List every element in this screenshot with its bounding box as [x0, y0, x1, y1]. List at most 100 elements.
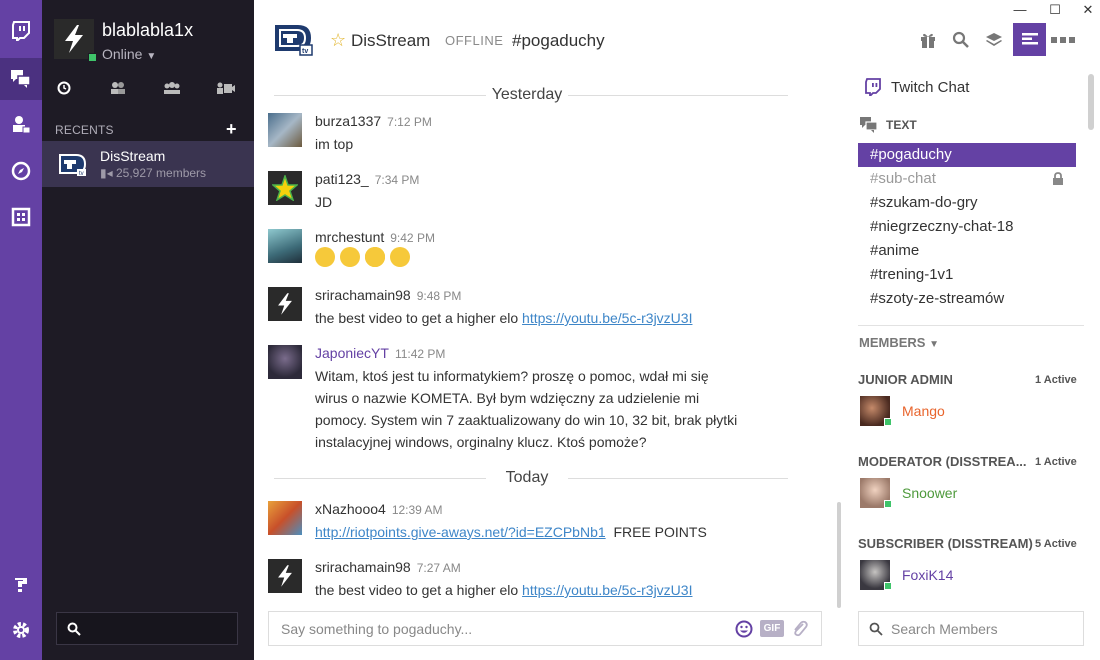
- message-input-placeholder: Say something to pogaduchy...: [281, 621, 473, 637]
- message-author[interactable]: xNazhooo4 12:39 AM: [315, 501, 443, 517]
- message-time: 7:27 AM: [416, 561, 461, 575]
- recents-tab-icon[interactable]: [44, 76, 84, 100]
- message-input[interactable]: Say something to pogaduchy... GIF: [268, 611, 822, 646]
- message-text: Witam, ktoś jest tu informatykiem? prosz…: [315, 368, 738, 450]
- gift-icon[interactable]: [914, 26, 942, 54]
- chevron-down-icon: ▼: [929, 339, 939, 350]
- recent-server-item[interactable]: tv DisStream ▮◂ 25,927 members: [42, 141, 254, 187]
- message-author[interactable]: mrchestunt 9:42 PM: [315, 229, 435, 245]
- search-icon: [67, 622, 81, 636]
- avatar[interactable]: [268, 345, 302, 379]
- members-header[interactable]: MEMBERS ▼: [859, 335, 939, 350]
- joy-emoji-icon: [315, 247, 335, 268]
- svg-text:tv: tv: [302, 48, 308, 55]
- side-search-input[interactable]: [56, 612, 238, 645]
- avatar[interactable]: [268, 287, 302, 321]
- date-label: Today: [505, 469, 549, 486]
- role-title: SUBSCRIBER (DISSTREAM): [858, 536, 1033, 551]
- member-list-toggle-icon[interactable]: [1013, 23, 1046, 56]
- groups-tab-icon[interactable]: [152, 76, 192, 100]
- avatar[interactable]: [268, 171, 302, 205]
- role-count: 5 Active: [1035, 538, 1077, 550]
- lock-icon: [1053, 172, 1063, 185]
- message-text: the best video to get a higher elo https…: [315, 310, 693, 326]
- kiss-emoji-icon: [390, 247, 410, 268]
- side-panel: blablabla1x Online ▼ RECENTS + tv DisStr…: [42, 0, 254, 660]
- friends-tab-icon[interactable]: [98, 76, 138, 100]
- message-link[interactable]: http://riotpoints.give-aways.net/?id=EZC…: [315, 524, 606, 540]
- message-author[interactable]: srirachamain98 9:48 PM: [315, 287, 461, 303]
- chat-scrollbar[interactable]: [837, 502, 841, 608]
- gif-button[interactable]: GIF: [760, 620, 784, 637]
- add-recent-button[interactable]: +: [226, 120, 237, 138]
- channel-item-niegrzeczny-chat-18[interactable]: #niegrzeczny-chat-18: [858, 215, 1076, 239]
- online-status-dot: [884, 582, 892, 590]
- channel-item-pogaduchy[interactable]: #pogaduchy: [858, 143, 1076, 167]
- attachment-icon[interactable]: [791, 620, 809, 638]
- games-icon[interactable]: [0, 196, 42, 238]
- channel-item-anime[interactable]: #anime: [858, 239, 1076, 263]
- channel-sidebar: Twitch Chat TEXT #pogaduchy #sub-chat #s…: [844, 66, 1100, 660]
- role-title: MODERATOR (DISSTREA...: [858, 454, 1027, 469]
- inbox-icon[interactable]: [0, 104, 42, 146]
- help-icon[interactable]: [0, 564, 42, 606]
- settings-icon[interactable]: [0, 609, 42, 651]
- message-time: 9:48 PM: [416, 289, 462, 303]
- channel-item-szoty-ze-streamow[interactable]: #szoty-ze-streamów: [858, 287, 1076, 311]
- message-author[interactable]: burza1337 7:12 PM: [315, 113, 432, 129]
- member-name: Snoower: [902, 485, 958, 501]
- twitch-chat-link[interactable]: Twitch Chat: [891, 79, 969, 96]
- status-label: Online: [102, 46, 143, 62]
- channel-item-szukam-do-gry[interactable]: #szukam-do-gry: [858, 191, 1076, 215]
- app-rail: [0, 0, 42, 660]
- more-icon[interactable]: [1049, 26, 1077, 54]
- date-divider: Today: [254, 469, 814, 489]
- stream-status: OFFLINE: [445, 33, 504, 48]
- text-channels-header: TEXT: [886, 118, 917, 132]
- message-author[interactable]: JaponiecYT 11:42 PM: [315, 345, 445, 361]
- channel-item-sub-chat[interactable]: #sub-chat: [858, 167, 1076, 191]
- message-author[interactable]: pati123_ 7:34 PM: [315, 171, 419, 187]
- maximize-icon[interactable]: ☐: [1045, 2, 1065, 18]
- minimize-icon[interactable]: —: [1010, 2, 1030, 17]
- server-logo-icon[interactable]: tv: [274, 21, 314, 57]
- sidebar-scrollbar[interactable]: [1088, 74, 1094, 130]
- message-time: 7:34 PM: [374, 173, 420, 187]
- online-status-dot: [88, 53, 97, 62]
- twitch-icon[interactable]: [0, 10, 42, 52]
- role-title: JUNIOR ADMIN: [858, 372, 953, 387]
- avatar[interactable]: [268, 113, 302, 147]
- favorite-star-icon[interactable]: ☆: [330, 30, 346, 51]
- heart-eyes-emoji-icon: [365, 247, 385, 268]
- emoji-icon[interactable]: [735, 620, 753, 638]
- member-item[interactable]: Mango: [860, 396, 1060, 428]
- chat-icon[interactable]: [0, 58, 42, 100]
- channel-item-trening-1v1[interactable]: #trening-1v1: [858, 263, 1076, 287]
- avatar[interactable]: [268, 559, 302, 593]
- search-members-placeholder: Search Members: [891, 621, 998, 637]
- members-video-icon: ▮◂: [100, 166, 113, 180]
- status-dropdown[interactable]: Online ▼: [102, 46, 156, 62]
- avatar[interactable]: [268, 229, 302, 263]
- servers-tab-icon[interactable]: [206, 76, 246, 100]
- member-item[interactable]: Snoower: [860, 478, 1060, 510]
- message-link[interactable]: https://youtu.be/5c-r3jvzU3I: [522, 310, 692, 326]
- layers-icon[interactable]: [980, 26, 1008, 54]
- compass-icon[interactable]: [0, 150, 42, 192]
- message-link[interactable]: https://youtu.be/5c-r3jvzU3I: [522, 582, 692, 598]
- close-icon[interactable]: ✕: [1078, 2, 1098, 18]
- role-count: 1 Active: [1035, 374, 1077, 386]
- svg-text:tv: tv: [79, 171, 84, 177]
- date-divider: Yesterday: [254, 86, 814, 106]
- member-item[interactable]: FoxiK14: [860, 560, 1060, 592]
- message-author[interactable]: srirachamain98 7:27 AM: [315, 559, 461, 575]
- message-text: the best video to get a higher elo https…: [315, 582, 693, 598]
- message-time: 7:12 PM: [387, 115, 432, 129]
- date-label: Yesterday: [491, 86, 563, 103]
- avatar[interactable]: [268, 501, 302, 535]
- members-count: 25,927 members: [115, 166, 207, 180]
- search-members-input[interactable]: Search Members: [858, 611, 1084, 646]
- search-icon: [869, 622, 883, 636]
- search-icon[interactable]: [947, 26, 975, 54]
- recent-server-name: DisStream: [100, 148, 166, 164]
